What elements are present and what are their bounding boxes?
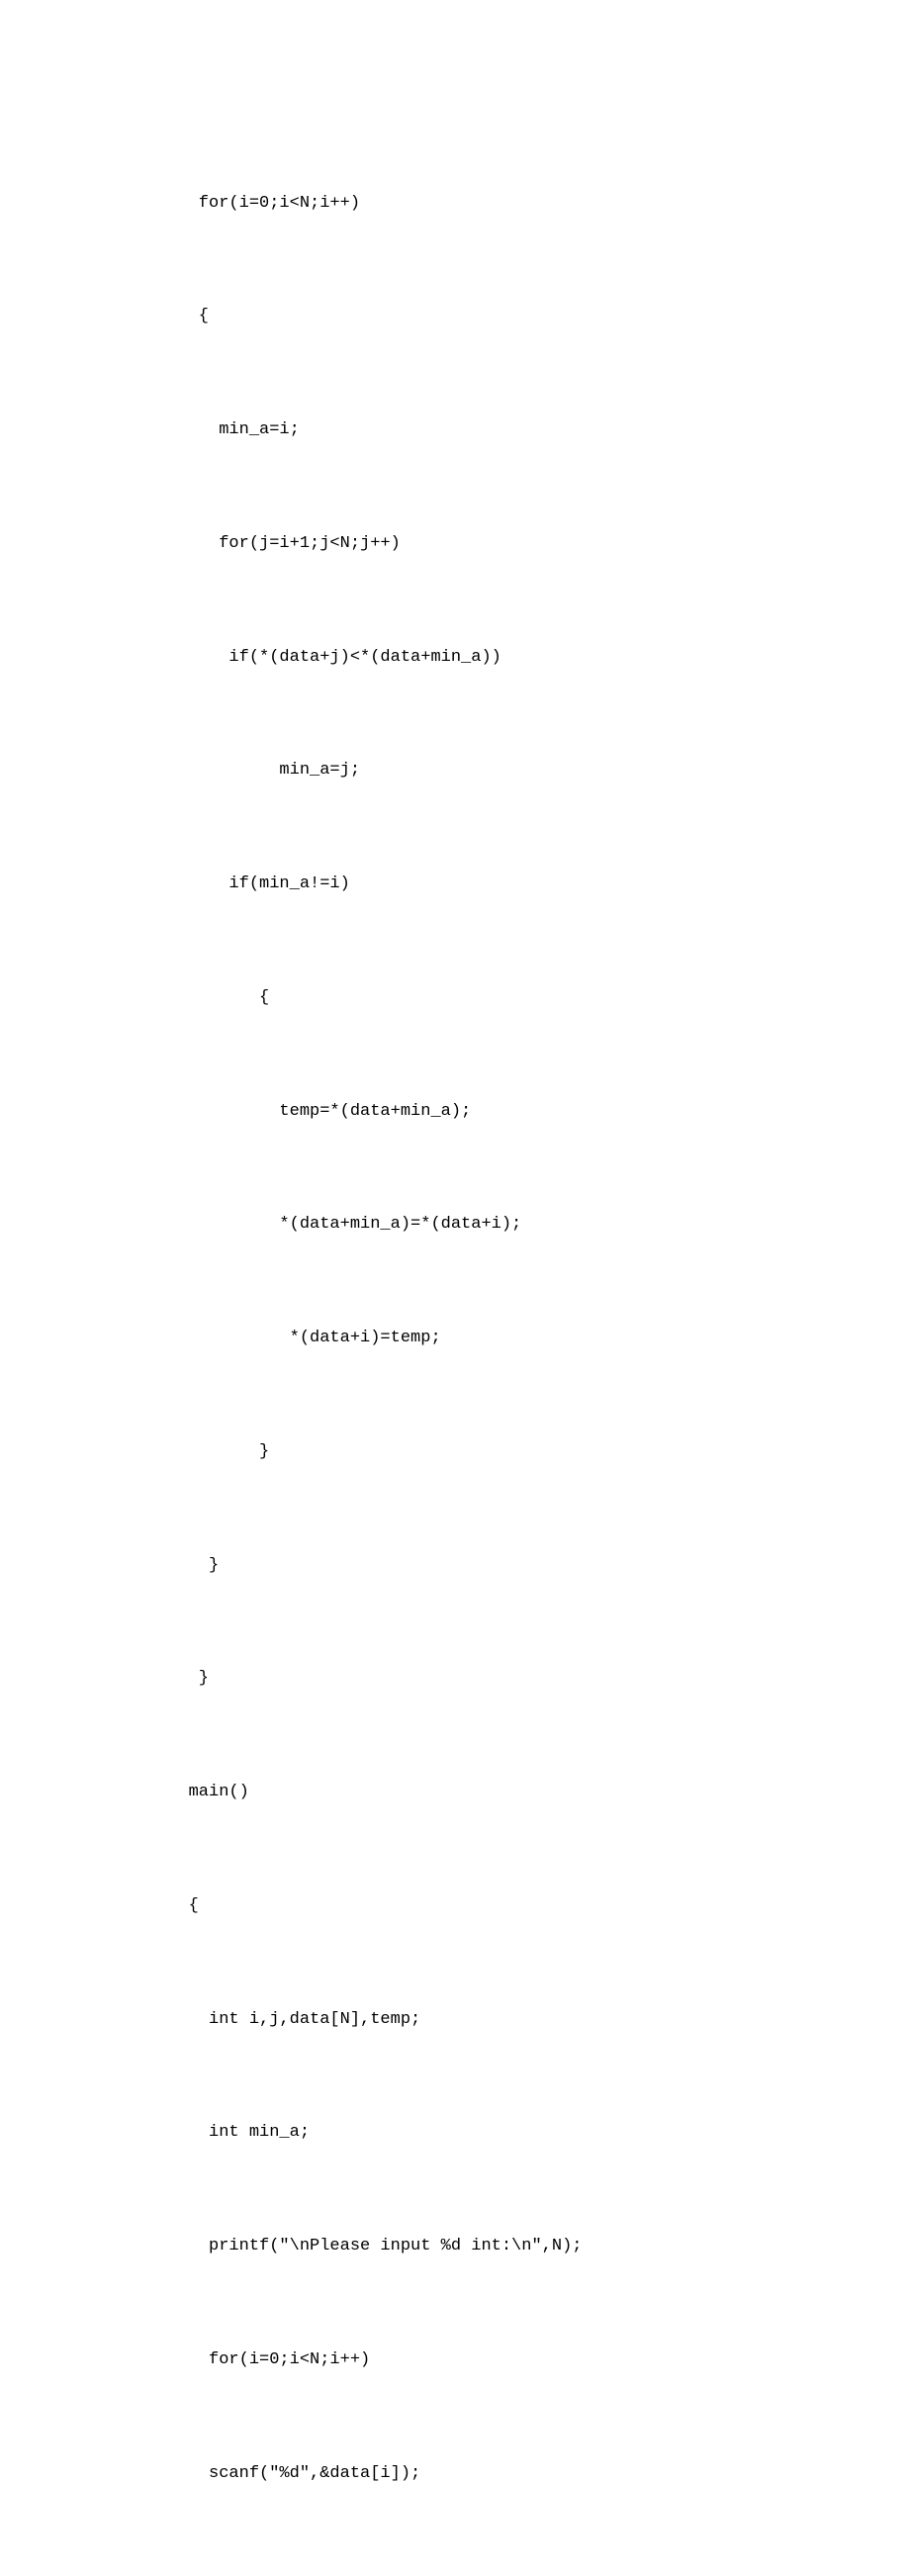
code-line: main(): [0, 1774, 910, 1811]
code-line: *(data+i)=temp;: [0, 1320, 910, 1357]
code-line: int i,j,data[N],temp;: [0, 2001, 910, 2039]
code-line: sort(data);: [0, 2568, 910, 2576]
code-line: min_a=j;: [0, 752, 910, 789]
code-line: for(j=i+1;j<N;j++): [0, 525, 910, 563]
code-line: scanf("%d",&data[i]);: [0, 2455, 910, 2493]
code-line: }: [0, 1433, 910, 1471]
code-line: *(data+min_a)=*(data+i);: [0, 1206, 910, 1243]
code-block-1: for(i=0;i<N;i++) { min_a=i; for(j=i+1;j<…: [0, 109, 910, 2576]
code-line: temp=*(data+min_a);: [0, 1093, 910, 1131]
code-line: printf("\nPlease input %d int:\n",N);: [0, 2228, 910, 2265]
code-line: for(i=0;i<N;i++): [0, 185, 910, 223]
code-line: {: [0, 979, 910, 1017]
code-line: {: [0, 1887, 910, 1925]
code-line: min_a=i;: [0, 412, 910, 449]
code-line: if(min_a!=i): [0, 866, 910, 903]
code-line: }: [0, 1660, 910, 1698]
code-line: }: [0, 1547, 910, 1585]
code-line: for(i=0;i<N;i++): [0, 2342, 910, 2379]
code-line: if(*(data+j)<*(data+min_a)): [0, 639, 910, 677]
code-line: {: [0, 298, 910, 335]
code-line: int min_a;: [0, 2114, 910, 2152]
